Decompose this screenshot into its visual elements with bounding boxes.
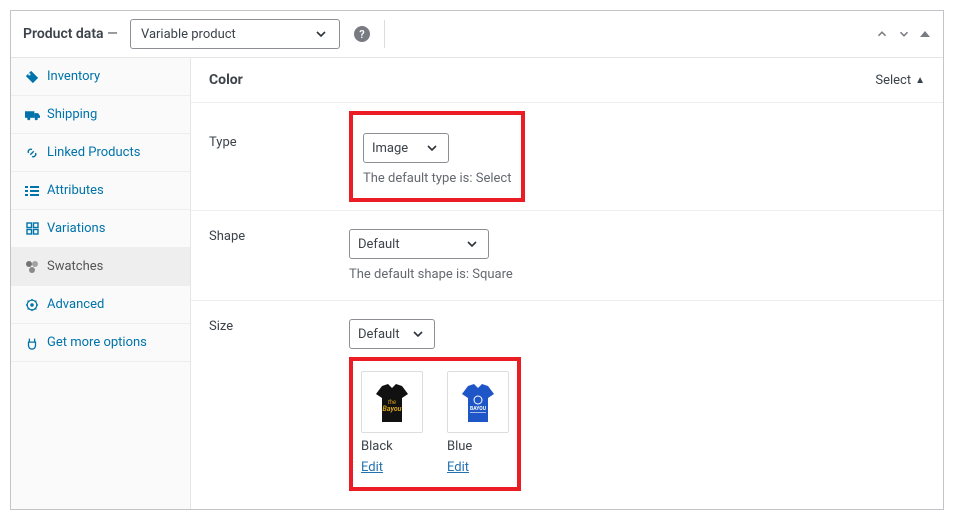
sidebar-item-label: Variations — [47, 221, 105, 236]
type-highlight: Image The default type is: Select — [349, 111, 525, 202]
sidebar-item-label: Attributes — [47, 183, 104, 198]
sidebar-item-label: Linked Products — [47, 145, 140, 160]
swatch-item-blue: BAYOU Blue Edit — [447, 371, 509, 475]
swatch-icon — [23, 260, 41, 274]
row-content-type: Image The default type is: Select — [349, 111, 925, 202]
chevron-down-icon — [464, 236, 480, 252]
swatch-highlight: the Bayou Black Edit BAYOU — [349, 357, 521, 491]
sidebar-item-shipping[interactable]: Shipping — [11, 96, 190, 134]
sidebar: Inventory Shipping Linked Products Attri… — [11, 58, 191, 509]
type-help: The default type is: Select — [363, 171, 511, 186]
row-size: Size Default — [191, 301, 943, 357]
truck-icon — [23, 109, 41, 121]
main-content: Color Select ▲ Type Image — [191, 58, 943, 509]
type-select[interactable]: Image — [363, 133, 449, 163]
chevron-down-icon — [424, 140, 440, 156]
product-data-panel: Product data — Variable product ? — [10, 10, 944, 510]
sidebar-item-attributes[interactable]: Attributes — [11, 172, 190, 210]
row-label-size: Size — [209, 319, 349, 349]
sidebar-item-variations[interactable]: Variations — [11, 210, 190, 248]
tag-icon — [23, 70, 41, 84]
shape-select[interactable]: Default — [349, 229, 489, 259]
sidebar-item-label: Get more options — [47, 335, 147, 350]
attribute-title: Color — [209, 72, 243, 88]
gear-icon — [23, 298, 41, 312]
sidebar-item-advanced[interactable]: Advanced — [11, 286, 190, 324]
swatch-row: the Bayou Black Edit BAYOU — [191, 357, 943, 509]
link-icon — [23, 146, 41, 160]
select-toggle[interactable]: Select ▲ — [875, 73, 925, 88]
sidebar-item-label: Inventory — [47, 69, 100, 84]
sidebar-item-label: Swatches — [47, 259, 103, 274]
move-up-icon[interactable] — [875, 27, 889, 41]
svg-text:BAYOU: BAYOU — [470, 406, 487, 412]
swatch-item-black: the Bayou Black Edit — [361, 371, 423, 475]
svg-text:Bayou: Bayou — [383, 405, 402, 413]
product-type-value: Variable product — [141, 27, 236, 42]
product-type-select[interactable]: Variable product — [130, 19, 340, 49]
select-toggle-label: Select — [875, 73, 911, 88]
sidebar-item-get-more[interactable]: Get more options — [11, 324, 190, 362]
sidebar-item-label: Advanced — [47, 297, 104, 312]
help-icon[interactable]: ? — [354, 26, 370, 42]
sidebar-item-label: Shipping — [47, 107, 97, 122]
type-value: Image — [372, 141, 408, 156]
row-label-type: Type — [209, 111, 349, 202]
chevron-down-icon — [313, 26, 329, 42]
swatch-edit-link[interactable]: Edit — [361, 460, 383, 475]
size-value: Default — [358, 327, 400, 342]
swatch-label: Black — [361, 439, 423, 454]
move-down-icon[interactable] — [897, 27, 911, 41]
sidebar-item-inventory[interactable]: Inventory — [11, 58, 190, 96]
panel-title: Product data — — [23, 26, 118, 42]
triangle-up-icon: ▲ — [915, 75, 925, 86]
sidebar-item-linked-products[interactable]: Linked Products — [11, 134, 190, 172]
chevron-down-icon — [410, 326, 426, 342]
panel-body: Inventory Shipping Linked Products Attri… — [11, 58, 943, 509]
sidebar-item-swatches[interactable]: Swatches — [11, 248, 190, 286]
swatch-image[interactable]: BAYOU — [447, 371, 509, 433]
attribute-header: Color Select ▲ — [191, 58, 943, 103]
row-shape: Shape Default The default shape is: Squa… — [191, 211, 943, 301]
collapse-icon[interactable] — [919, 28, 931, 40]
swatch-image[interactable]: the Bayou — [361, 371, 423, 433]
row-content-size: Default — [349, 319, 925, 349]
shape-help: The default shape is: Square — [349, 267, 925, 282]
panel-header: Product data — Variable product ? — [11, 11, 943, 58]
row-label-shape: Shape — [209, 229, 349, 282]
row-type: Type Image The default type is: Select — [191, 103, 943, 211]
plugin-icon — [23, 336, 41, 350]
panel-controls — [867, 27, 931, 41]
swatch-edit-link[interactable]: Edit — [447, 460, 469, 475]
shape-value: Default — [358, 237, 400, 252]
grid-icon — [23, 222, 41, 235]
size-select[interactable]: Default — [349, 319, 435, 349]
list-icon — [23, 185, 41, 197]
swatch-label: Blue — [447, 439, 509, 454]
row-content-shape: Default The default shape is: Square — [349, 229, 925, 282]
divider — [384, 20, 385, 48]
